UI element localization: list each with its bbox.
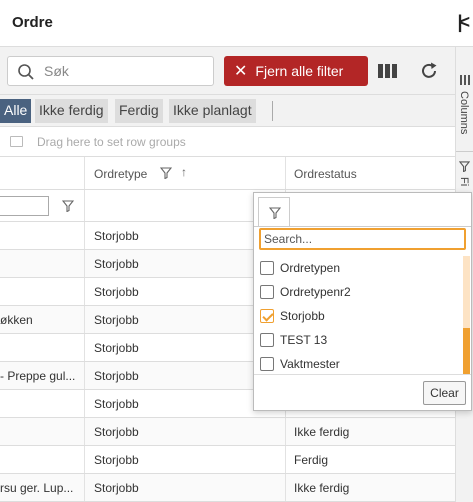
clear-all-filters-label: Fjern alle filter (255, 63, 344, 79)
table-cell-ordretype: Storjobb (94, 313, 139, 327)
close-icon: ✕ (234, 63, 248, 80)
table-cell-ordrestatus: Ikke ferdig (294, 425, 350, 439)
table-row[interactable]: rsu ger. Lup... Storjobb Ikke ferdig (0, 474, 455, 502)
filter-icon (459, 161, 470, 172)
row-group-drop-zone[interactable]: Drag here to set row groups (0, 127, 455, 157)
filter-option-label: Ordretypen (280, 261, 341, 275)
search-box[interactable] (7, 56, 214, 86)
table-cell-ordretype: Storjobb (94, 369, 139, 383)
table-cell-ordretype: Storjobb (94, 285, 139, 299)
column-divider (84, 362, 85, 389)
table-cell-ordretype: Storjobb (94, 397, 139, 411)
column-filter-popup: Ordretypen Ordretypenr2 Storjobb TEST 13… (253, 192, 472, 411)
column-divider (84, 278, 85, 305)
table-cell-ordretype: Storjobb (94, 341, 139, 355)
filter-option[interactable]: Storjobb (260, 306, 325, 326)
table-cell-ordretype: Storjobb (94, 425, 139, 439)
panel-header: Ordre |< (0, 0, 473, 47)
column-divider (285, 446, 286, 473)
popup-filter-tab[interactable] (258, 197, 290, 227)
row-group-icon (10, 136, 23, 147)
sidebar-tab-columns-label: Columns (458, 91, 470, 135)
clear-all-filters-button[interactable]: ✕ Fjern alle filter (224, 56, 368, 86)
checkbox[interactable] (260, 285, 274, 299)
popup-tab-divider (254, 226, 471, 227)
columns-icon[interactable] (378, 64, 398, 78)
column-divider (84, 390, 85, 417)
toolbar: ✕ Fjern alle filter (0, 47, 473, 95)
filter-option[interactable]: Vaktmester (260, 354, 340, 374)
sidebar-tab-columns[interactable]: Columns (456, 75, 473, 145)
tab-divider (272, 101, 273, 121)
grid-header: Ordretype ↑ Ordrestatus (0, 157, 455, 190)
column-divider (84, 222, 85, 249)
column-divider (84, 446, 85, 473)
table-cell: økken (0, 313, 33, 327)
filter-search-input[interactable] (259, 228, 466, 250)
column-header-ordretype[interactable]: Ordretype (94, 167, 147, 181)
filter-option[interactable]: TEST 13 (260, 330, 327, 350)
sort-ascending-icon[interactable]: ↑ (181, 165, 187, 179)
refresh-icon[interactable] (419, 61, 439, 81)
column-divider (84, 250, 85, 277)
column-divider (285, 418, 286, 445)
column-divider (84, 157, 85, 189)
column-divider (84, 190, 85, 221)
popup-footer-divider (254, 374, 471, 375)
row-group-hint: Drag here to set row groups (37, 135, 186, 149)
checkbox[interactable] (260, 357, 274, 371)
filter-option-label: Storjobb (280, 309, 325, 323)
filter-icon[interactable] (62, 200, 74, 212)
tab-ikke-planlagt[interactable]: Ikke planlagt (169, 99, 256, 123)
column-divider (84, 306, 85, 333)
column-divider (84, 418, 85, 445)
table-cell-ordretype: Storjobb (94, 229, 139, 243)
clear-button[interactable]: Clear (423, 381, 466, 405)
filter-option-label: Ordretypenr2 (280, 285, 351, 299)
table-cell-ordretype: Storjobb (94, 481, 139, 495)
columns-icon (460, 75, 470, 85)
column-header-ordrestatus[interactable]: Ordrestatus (294, 167, 357, 181)
filter-option[interactable]: Ordretypenr2 (260, 282, 351, 302)
scrollbar-thumb[interactable] (463, 328, 470, 374)
checkbox[interactable] (260, 333, 274, 347)
filter-option-list: Ordretypen Ordretypenr2 Storjobb TEST 13… (254, 256, 471, 374)
filter-option-label: TEST 13 (280, 333, 328, 347)
column-divider (285, 474, 286, 501)
collapse-left-icon[interactable]: |< (457, 12, 469, 33)
table-cell: rsu ger. Lup... (0, 481, 74, 495)
checkbox-checked[interactable] (260, 309, 274, 323)
filter-option[interactable]: Ordretypen (260, 258, 340, 278)
table-cell-ordretype: Storjobb (94, 453, 139, 467)
checkbox[interactable] (260, 261, 274, 275)
column-filter-input[interactable] (0, 196, 49, 216)
tab-ikke-ferdig[interactable]: Ikke ferdig (35, 99, 108, 123)
column-divider (285, 157, 286, 189)
sidebar-tab-filters-label: Fi (458, 177, 470, 187)
search-input[interactable] (44, 61, 204, 81)
search-icon (18, 64, 34, 80)
filter-option-label: Vaktmester (280, 357, 340, 371)
column-divider (84, 474, 85, 501)
tab-alle[interactable]: Alle (0, 99, 32, 123)
table-cell: - Preppe gul... (0, 369, 76, 383)
page-title: Ordre (12, 14, 53, 31)
tab-ferdig[interactable]: Ferdig (115, 99, 163, 123)
table-cell-ordrestatus: Ikke ferdig (294, 481, 350, 495)
filter-icon (269, 207, 281, 219)
table-row[interactable]: Storjobb Ferdig (0, 446, 455, 474)
table-cell-ordretype: Storjobb (94, 257, 139, 271)
filter-icon[interactable] (160, 167, 172, 179)
table-cell-ordrestatus: Ferdig (294, 453, 329, 467)
sidebar-divider (456, 151, 473, 152)
status-tabs: Alle Ikke ferdig Ferdig Ikke planlagt (0, 95, 455, 127)
column-divider (84, 334, 85, 361)
table-row[interactable]: Storjobb Ikke ferdig (0, 418, 455, 446)
